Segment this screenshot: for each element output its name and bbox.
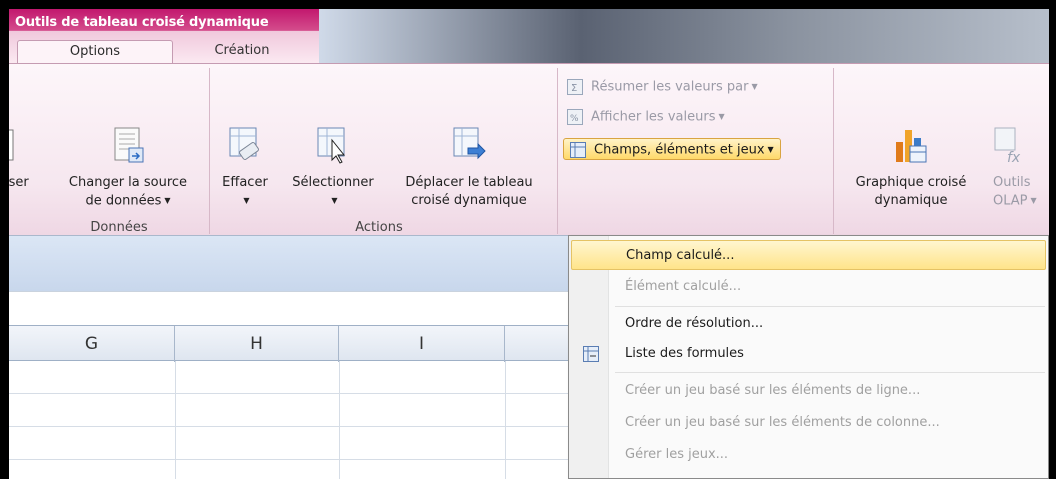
fields-icon — [570, 142, 586, 158]
olap-icon: fx — [994, 127, 1021, 166]
olap-line1: Outils — [993, 175, 1031, 190]
grid-line — [339, 361, 340, 479]
menu-item-liste-formules[interactable]: Liste des formules — [571, 339, 1046, 369]
menu-item-label: Créer un jeu basé sur les éléments de co… — [625, 415, 940, 430]
svg-text:Σ: Σ — [571, 83, 577, 94]
champs-elements-jeux-button[interactable]: Champs, éléments et jeux ▼ — [563, 138, 781, 160]
grid-line — [505, 361, 506, 479]
tab-options[interactable]: Options — [17, 40, 173, 64]
column-header-i[interactable]: I — [339, 326, 505, 362]
changer-source-button[interactable]: Changer la source de données ▼ — [53, 126, 203, 211]
move-pivot-icon — [453, 127, 486, 160]
grid-line — [175, 361, 176, 479]
show-values-icon: % — [567, 109, 583, 125]
menu-item-champ-calcule[interactable]: Champ calculé... — [571, 240, 1046, 270]
selectionner-label: Sélectionner — [292, 175, 374, 190]
cut-off-button[interactable]: iser — [9, 126, 45, 192]
eraser-icon — [229, 127, 259, 160]
dropdown-arrow-icon: ▼ — [164, 196, 171, 205]
afficher-label: Afficher les valeurs — [591, 109, 716, 125]
graphique-line1: Graphique croisé — [855, 175, 967, 190]
menu-separator — [615, 372, 1045, 373]
outils-olap-button[interactable]: fx Outils OLAP ▼ — [989, 126, 1049, 211]
column-header-h[interactable]: H — [175, 326, 339, 362]
document-icon — [9, 129, 14, 161]
menu-item-label: Gérer les jeux... — [625, 447, 729, 462]
menu-item-label: Champ calculé... — [626, 248, 735, 263]
menu-item-label: Créer un jeu basé sur les éléments de li… — [625, 383, 921, 398]
effacer-button[interactable]: Effacer ▼ — [213, 126, 277, 210]
tab-creation[interactable]: Création — [187, 40, 297, 64]
pivot-chart-icon — [896, 130, 927, 163]
graphique-croise-button[interactable]: Graphique croisé dynamique — [839, 126, 983, 210]
graphique-line2: dynamique — [874, 193, 948, 208]
selectionner-button[interactable]: Sélectionner ▼ — [283, 126, 383, 210]
menu-item-label: Ordre de résolution... — [625, 316, 764, 331]
menu-item-label: Liste des formules — [625, 346, 744, 361]
svg-text:%: % — [570, 114, 579, 124]
resumer-label: Résumer les valeurs par — [591, 79, 749, 95]
changer-source-line1: Changer la source — [68, 175, 188, 190]
group-label-actions: Actions — [355, 220, 403, 235]
menu-item-element-calcule: Élément calculé... — [571, 272, 1046, 302]
dropdown-arrow-icon: ▼ — [718, 112, 725, 121]
dropdown-arrow-icon: ▼ — [767, 145, 774, 154]
ribbon: iser Changer la source de données▼ Donné… — [9, 63, 1049, 235]
dropdown-arrow-icon: ▼ — [751, 82, 758, 91]
dropdown-arrow-icon: ▼ — [1030, 196, 1037, 205]
formula-list-icon — [583, 346, 599, 362]
resumer-valeurs-button[interactable]: Σ Résumer les valeurs par ▼ — [561, 76, 758, 98]
deplacer-line1: Déplacer le tableau — [405, 175, 533, 190]
menu-item-jeu-ligne: Créer un jeu basé sur les éléments de li… — [571, 376, 1046, 406]
deplacer-button[interactable]: Déplacer le tableau croisé dynamique — [389, 126, 549, 210]
change-source-icon — [114, 127, 144, 163]
group-separator — [833, 68, 834, 234]
cut-off-label: iser — [9, 175, 29, 190]
menu-item-gerer-jeux: Gérer les jeux... — [571, 440, 1046, 470]
olap-line2: OLAP — [993, 193, 1028, 209]
excel-window: Outils de tableau croisé dynamique Optio… — [9, 9, 1049, 479]
champs-dropdown-menu: Champ calculé... Élément calculé... Ordr… — [568, 235, 1049, 479]
group-label-donnees: Données — [90, 220, 148, 235]
effacer-label: Effacer — [222, 175, 268, 190]
menu-item-label: Élément calculé... — [625, 279, 742, 294]
afficher-valeurs-button[interactable]: % Afficher les valeurs ▼ — [561, 106, 725, 128]
menu-item-jeu-colonne: Créer un jeu basé sur les éléments de co… — [571, 408, 1046, 438]
dropdown-arrow-icon: ▼ — [331, 196, 338, 205]
menu-item-ordre-resolution[interactable]: Ordre de résolution... — [571, 309, 1046, 339]
dropdown-arrow-icon: ▼ — [243, 196, 250, 205]
group-separator — [557, 68, 558, 234]
menu-separator — [615, 306, 1045, 307]
changer-source-line2: de données — [85, 193, 162, 209]
group-separator — [209, 68, 210, 234]
column-header-g[interactable]: G — [9, 326, 175, 362]
sum-icon: Σ — [567, 79, 583, 95]
select-icon — [317, 127, 346, 164]
svg-text:fx: fx — [1007, 150, 1021, 166]
context-group-title: Outils de tableau croisé dynamique — [15, 15, 269, 30]
deplacer-line2: croisé dynamique — [411, 193, 527, 208]
champs-label: Champs, éléments et jeux — [594, 142, 765, 158]
